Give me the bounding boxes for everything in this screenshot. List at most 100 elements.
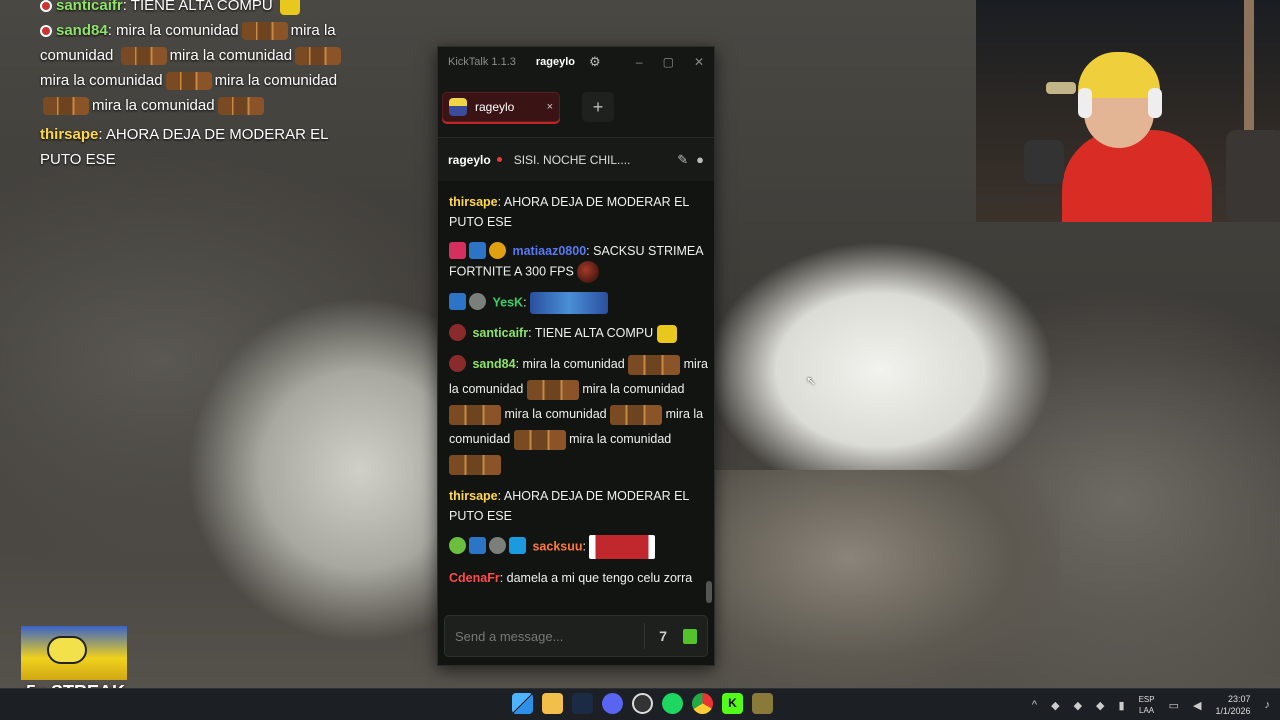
badge-icon <box>509 537 526 555</box>
emote-icon <box>449 404 501 425</box>
chat-username[interactable]: santicaifr <box>472 326 528 340</box>
tab-rageylo[interactable]: rageylo × <box>442 92 560 122</box>
overlay-message-text: mira la comunidad <box>214 72 338 89</box>
chat-username[interactable]: thirsape <box>449 195 498 209</box>
stream-chat-overlay: santicaifr: TIENE ALTA COMPU sand84: mir… <box>40 0 360 172</box>
overlay-username: thirsape <box>40 126 99 143</box>
chat-username[interactable]: CdenaFr <box>449 571 500 585</box>
chat-message: YesK: <box>449 292 708 314</box>
clock-date: 1/1/2026 <box>1215 706 1251 716</box>
emote-icon <box>120 47 167 66</box>
tray-app-icon[interactable]: ◆ <box>1074 699 1082 712</box>
file-explorer-icon[interactable] <box>542 693 563 714</box>
overlay-username: santicaifr <box>56 0 123 14</box>
webcam-feed <box>976 0 1280 222</box>
tray-app-icon[interactable]: ◆ <box>1051 699 1059 712</box>
tray-app-icon[interactable]: ◆ <box>1096 699 1104 712</box>
steam-icon[interactable] <box>572 693 593 714</box>
gear-icon[interactable]: ⚙ <box>589 54 601 70</box>
emote-icon <box>165 72 212 91</box>
emote-icon <box>530 292 609 314</box>
phone <box>1024 140 1064 184</box>
headphones-icon <box>1148 88 1162 118</box>
input-actions: 7 <box>644 623 697 649</box>
chat-username[interactable]: matiaaz0800 <box>512 244 586 258</box>
overlay-message: sand84: mira la comunidad mira la comunid… <box>40 18 360 118</box>
title-bar: KickTalk 1.1.3 rageylo ⚙ – ▢ ✕ <box>438 47 714 77</box>
window-controls: – ▢ ✕ <box>636 55 704 69</box>
volume-icon[interactable]: ◀ <box>1193 699 1201 712</box>
close-button[interactable]: ✕ <box>694 55 704 69</box>
chrome-icon[interactable] <box>692 693 713 714</box>
minimize-button[interactable]: – <box>636 55 643 69</box>
7tv-emote-icon[interactable]: 7 <box>659 628 667 644</box>
app-title: KickTalk 1.1.3 <box>448 56 516 68</box>
chevron-up-icon[interactable]: ^ <box>1032 699 1037 711</box>
badge-icon <box>469 293 486 311</box>
chat-message: sacksuu: <box>449 535 708 559</box>
chat-text: mira la comunidad <box>504 407 607 421</box>
clock-time: 23:07 <box>1227 694 1251 704</box>
app-icon[interactable] <box>752 693 773 714</box>
language-code: ESP <box>1138 695 1155 704</box>
discord-icon[interactable] <box>602 693 623 714</box>
message-input[interactable] <box>455 628 615 644</box>
user-icon[interactable]: ● <box>696 152 704 168</box>
tab-close-icon[interactable]: × <box>547 101 553 113</box>
add-tab-button[interactable]: + <box>582 92 614 122</box>
chat-username[interactable]: sand84 <box>472 357 515 371</box>
maximize-button[interactable]: ▢ <box>663 55 674 69</box>
chat-message: santicaifr: TIENE ALTA COMPU <box>449 323 708 343</box>
mouse-cursor-icon: ↖ <box>806 374 817 388</box>
pin-icon[interactable]: ✎ <box>677 152 688 168</box>
chat-message-list[interactable]: thirsape: AHORA DEJA DE MODERAR EL PUTO … <box>438 182 708 602</box>
channel-name[interactable]: rageylo <box>448 153 491 167</box>
emote-icon <box>610 404 663 425</box>
kicktalk-window: KickTalk 1.1.3 rageylo ⚙ – ▢ ✕ rageylo ×… <box>437 46 715 666</box>
notification-bell-icon[interactable]: ♪ <box>1265 699 1271 711</box>
language-indicator[interactable]: ESP LAA <box>1139 694 1155 716</box>
emote-icon <box>526 379 579 400</box>
emote-icon <box>513 429 566 450</box>
taskbar: K ^ ◆ ◆ ◆ ▮ ESP LAA ▭ ◀ 23:07 1/1/2026 ♪ <box>0 688 1280 720</box>
overlay-message-text: mira la comunidad <box>40 72 163 89</box>
tab-bar: rageylo × + <box>438 77 714 137</box>
lamp <box>1046 82 1076 94</box>
avatar <box>449 98 467 116</box>
badge-icon <box>449 324 466 341</box>
spotify-icon[interactable] <box>662 693 683 714</box>
clock[interactable]: 23:07 1/1/2026 <box>1215 693 1250 717</box>
user-badge-icon <box>40 0 52 13</box>
emote-icon <box>241 22 288 41</box>
microphone-icon[interactable]: ▮ <box>1119 699 1125 712</box>
emote-icon <box>589 535 656 559</box>
emote-icon <box>577 261 600 283</box>
overlay-username: sand84 <box>56 22 108 39</box>
chat-text: mira la comunidad <box>582 382 685 396</box>
headphones-icon <box>1078 88 1092 118</box>
emote-icon <box>295 47 342 66</box>
moderator-badge-icon <box>449 293 466 311</box>
streamer-shirt <box>1062 130 1212 222</box>
emote-icon <box>656 324 677 343</box>
kick-icon[interactable]: K <box>722 693 743 714</box>
network-icon[interactable]: ▭ <box>1169 699 1179 712</box>
emote-icon <box>449 454 501 475</box>
obs-icon[interactable] <box>632 693 653 714</box>
chat-username[interactable]: sacksuu <box>532 539 582 553</box>
start-icon[interactable] <box>512 693 533 714</box>
chat-message: matiaaz0800: SACKSU STRIMEA FORTNITE A 3… <box>449 241 708 283</box>
chat-message: thirsape: AHORA DEJA DE MODERAR EL PUTO … <box>449 195 689 229</box>
overlay-message: santicaifr: TIENE ALTA COMPU <box>40 0 360 18</box>
emote-icon <box>279 0 300 16</box>
chat-scrollbar[interactable] <box>706 581 712 603</box>
chat-username[interactable]: YesK <box>492 295 523 309</box>
chat-username[interactable]: thirsape <box>449 489 498 503</box>
mascot-icon <box>47 636 87 664</box>
channel-info-bar: rageylo SISI. NOCHE CHIL.... ✎ ● <box>438 137 714 181</box>
badge-icon <box>489 537 506 555</box>
title-username[interactable]: rageylo <box>536 56 575 68</box>
kick-emote-icon[interactable] <box>683 628 697 644</box>
taskbar-apps: K <box>512 693 773 714</box>
gifter-badge-icon <box>489 242 506 259</box>
